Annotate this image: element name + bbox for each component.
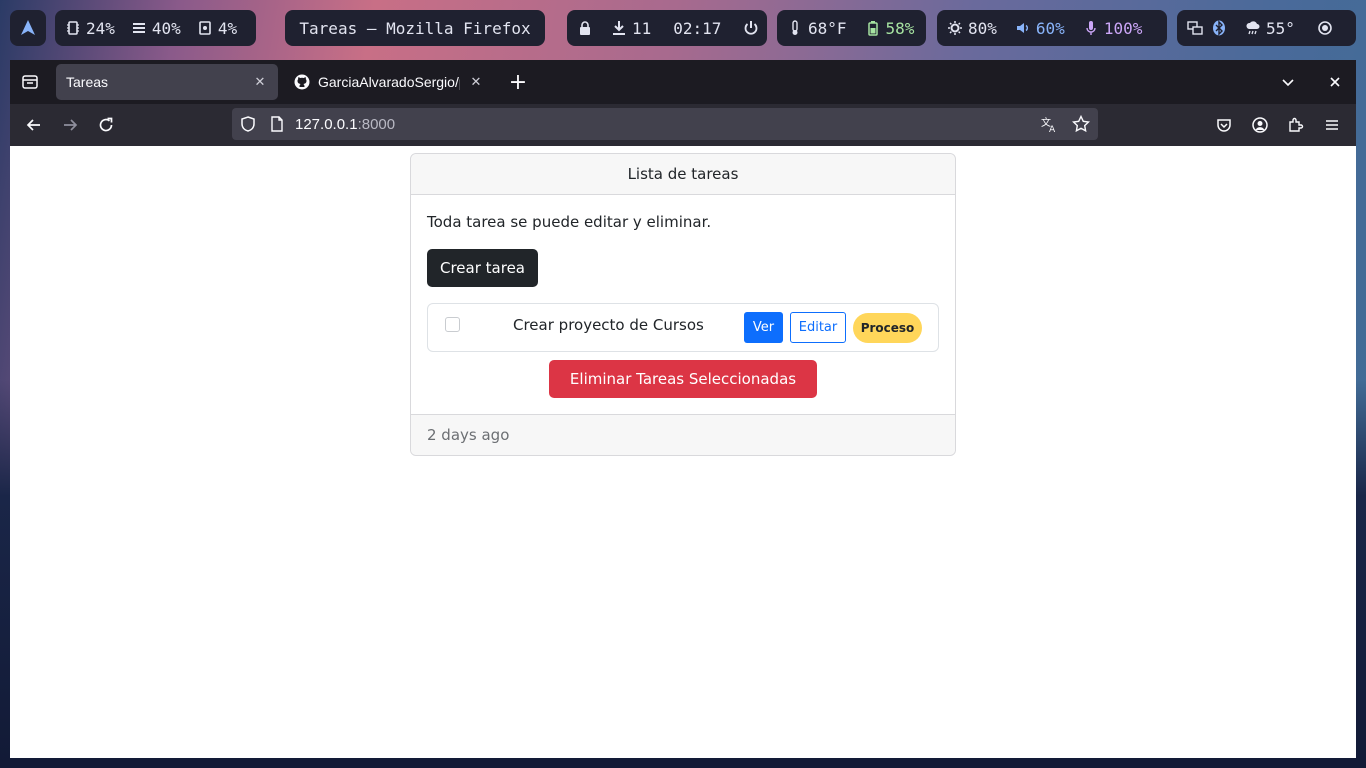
- task-item: Crear proyecto de Cursos Ver Editar Proc…: [427, 303, 939, 352]
- window-title: Tareas — Mozilla Firefox: [285, 10, 545, 46]
- description-text: Toda tarea se puede editar y eliminar.: [427, 213, 712, 231]
- tab-strip: Tareas ✕ GarciaAlvaradoSergio/pru ✕ +: [10, 60, 1356, 104]
- task-name: Crear proyecto de Cursos: [513, 316, 704, 334]
- new-tab-button[interactable]: +: [500, 64, 536, 100]
- page-content: Lista de tareas Toda tarea se puede edit…: [10, 146, 1356, 758]
- power-icon[interactable]: [743, 20, 759, 36]
- delete-selected-button[interactable]: Eliminar Tareas Seleccionadas: [548, 360, 818, 398]
- firefox-view-icon: [22, 75, 38, 89]
- tab-title: GarciaAlvaradoSergio/pru: [318, 74, 460, 90]
- card-title: Lista de tareas: [627, 165, 739, 183]
- bookmark-star-icon[interactable]: [1071, 114, 1091, 137]
- footer-timestamp: 2 days ago: [427, 426, 510, 444]
- status-center: 11 02:17: [567, 10, 767, 46]
- volume-icon[interactable]: [1015, 20, 1031, 36]
- shield-icon[interactable]: [232, 115, 264, 133]
- memory-icon: [131, 20, 147, 36]
- menu-button[interactable]: [1314, 107, 1350, 143]
- url-bar[interactable]: 127.0.0.1:8000 文A: [232, 108, 1098, 140]
- launcher-button[interactable]: [10, 10, 46, 46]
- status-badge: Proceso: [853, 313, 922, 343]
- url-host: 127.0.0.1: [295, 115, 358, 133]
- active-window-title: Tareas — Mozilla Firefox: [299, 18, 531, 38]
- chevron-down-icon: [1282, 79, 1294, 87]
- mic-level[interactable]: 100%: [1104, 19, 1143, 38]
- arrow-right-icon: [64, 119, 78, 131]
- tray: 55°: [1177, 10, 1356, 46]
- nav-toolbar: 127.0.0.1:8000 文A: [10, 104, 1356, 146]
- updates-count[interactable]: 11: [632, 19, 651, 38]
- system-stats: 24% 40% 4%: [55, 10, 256, 46]
- arch-logo-icon: [21, 20, 35, 35]
- tab-github[interactable]: GarciaAlvaradoSergio/pru ✕: [284, 64, 494, 100]
- reload-icon: [99, 117, 113, 132]
- back-button[interactable]: [16, 107, 52, 143]
- task-checkbox[interactable]: [445, 317, 460, 332]
- account-icon: [1252, 117, 1268, 133]
- battery-level: 58%: [885, 18, 915, 38]
- puzzle-icon: [1289, 117, 1304, 132]
- github-icon: [294, 74, 310, 90]
- cpu-icon: [65, 20, 81, 36]
- close-window-button[interactable]: [1320, 60, 1350, 104]
- cpu-usage: 24%: [86, 18, 115, 38]
- list-all-tabs-button[interactable]: [1268, 60, 1308, 104]
- weather-temp[interactable]: 55°: [1266, 19, 1295, 38]
- edit-task-button[interactable]: Editar: [790, 312, 846, 343]
- forward-button[interactable]: [52, 107, 88, 143]
- pocket-icon: [1217, 119, 1231, 132]
- firefox-view-button[interactable]: [10, 60, 50, 104]
- create-task-button[interactable]: Crear tarea: [427, 249, 538, 287]
- bluetooth-icon[interactable]: [1211, 20, 1227, 36]
- translate-icon[interactable]: 文A: [1040, 115, 1058, 137]
- clock[interactable]: 02:17: [673, 19, 721, 38]
- disk-icon: [197, 20, 213, 36]
- card-body: Toda tarea se puede editar y eliminar. C…: [411, 195, 955, 414]
- tab-title: Tareas: [66, 74, 109, 90]
- close-icon: [1330, 77, 1340, 87]
- temperature: 68°F: [808, 18, 847, 38]
- card-footer: 2 days ago: [411, 414, 955, 455]
- lock-icon[interactable]: [577, 20, 593, 36]
- rain-cloud-icon: [1245, 20, 1261, 36]
- brightness-icon[interactable]: [947, 20, 963, 36]
- sensors: 68°F 58%: [777, 10, 926, 46]
- tab-tareas[interactable]: Tareas ✕: [56, 64, 278, 100]
- battery-icon: [865, 20, 881, 36]
- audio-brightness: 80% 60% 100%: [937, 10, 1167, 46]
- firefox-window: Tareas ✕ GarciaAlvaradoSergio/pru ✕ +: [10, 60, 1356, 758]
- account-button[interactable]: [1242, 107, 1278, 143]
- download-icon: [611, 20, 627, 36]
- microphone-icon[interactable]: [1083, 20, 1099, 36]
- url-port: :8000: [357, 115, 396, 133]
- notification-dot-icon[interactable]: [1317, 20, 1333, 36]
- close-tab-icon[interactable]: ✕: [252, 74, 268, 90]
- svg-text:A: A: [1049, 125, 1056, 133]
- volume-level[interactable]: 60%: [1036, 19, 1065, 38]
- brightness-level[interactable]: 80%: [968, 19, 997, 38]
- pocket-button[interactable]: [1206, 107, 1242, 143]
- view-task-button[interactable]: Ver: [744, 312, 783, 343]
- thermometer-icon: [787, 20, 803, 36]
- memory-usage: 40%: [151, 18, 181, 38]
- page-icon[interactable]: [264, 116, 290, 132]
- network-icon[interactable]: [1187, 20, 1203, 36]
- close-tab-icon[interactable]: ✕: [468, 74, 484, 90]
- extensions-button[interactable]: [1278, 107, 1314, 143]
- url-text[interactable]: 127.0.0.1:8000: [295, 116, 395, 133]
- hamburger-icon: [1326, 120, 1338, 130]
- disk-usage: 4%: [217, 18, 238, 38]
- arrow-left-icon: [26, 119, 40, 131]
- reload-button[interactable]: [88, 107, 124, 143]
- task-card: Lista de tareas Toda tarea se puede edit…: [410, 153, 956, 456]
- card-header: Lista de tareas: [411, 154, 955, 195]
